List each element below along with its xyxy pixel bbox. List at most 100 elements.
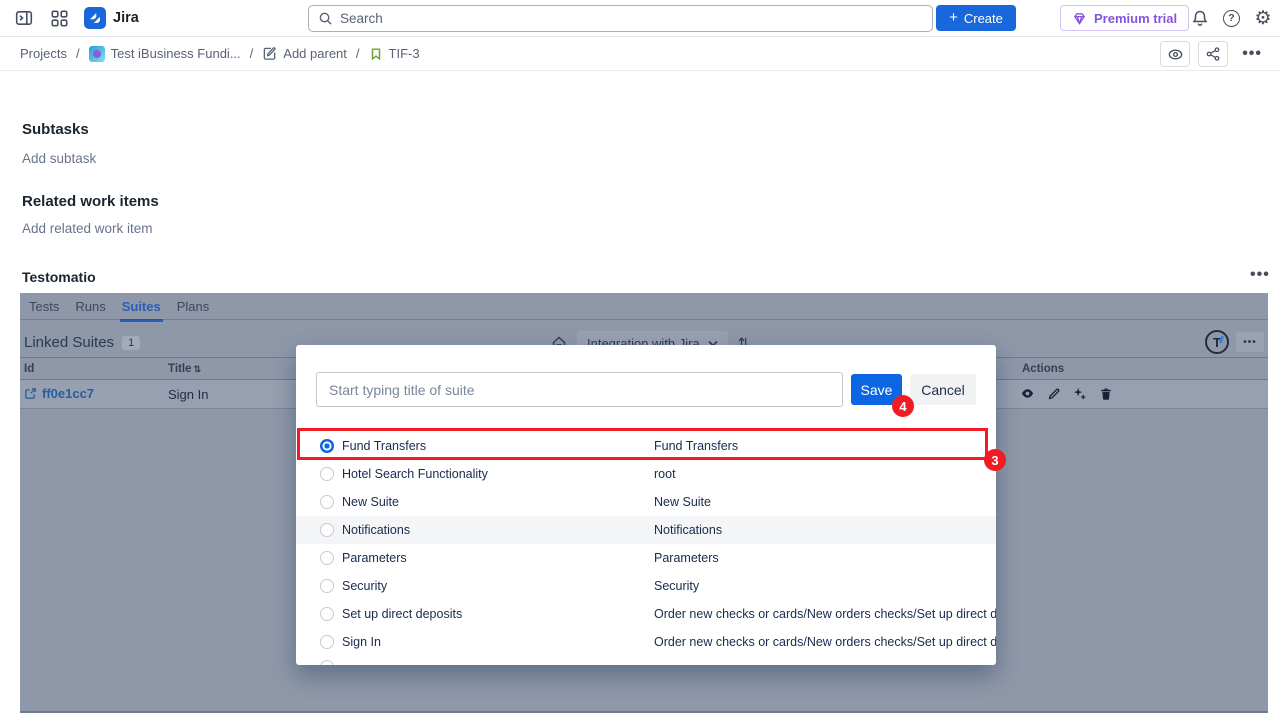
column-header-id[interactable]: Id: [24, 363, 34, 375]
suite-option-security[interactable]: Security Security: [296, 572, 996, 600]
add-related-item-link[interactable]: Add related work item: [22, 221, 153, 236]
suite-option-fund-transfers[interactable]: Fund Transfers Fund Transfers: [296, 432, 996, 460]
suite-path: Order new checks or cards/New orders che…: [654, 635, 996, 649]
suite-option-parameters[interactable]: Parameters Parameters: [296, 544, 996, 572]
edit-pencil-icon[interactable]: [1046, 386, 1061, 401]
breadcrumb-separator: /: [356, 46, 360, 61]
global-search[interactable]: [308, 5, 933, 32]
radio-icon[interactable]: [320, 551, 334, 565]
jira-issue-page: Jira + Create Premium trial ? ⚙: [0, 0, 1280, 720]
title-header-label: Title: [168, 363, 191, 375]
top-navigation-bar: Jira + Create Premium trial ? ⚙: [0, 0, 1280, 37]
create-label: Create: [964, 11, 1003, 26]
column-header-actions: Actions: [1022, 363, 1064, 375]
radio-icon[interactable]: [320, 607, 334, 621]
radio-icon-clipped: [320, 660, 334, 665]
jira-home-link[interactable]: Jira: [84, 7, 139, 29]
breadcrumb-projects[interactable]: Projects: [20, 46, 67, 61]
suite-picker-modal: Save Cancel Fund Transfers Fund Transfer…: [296, 345, 996, 665]
radio-icon[interactable]: [320, 579, 334, 593]
row-actions: [1020, 386, 1113, 401]
cancel-button[interactable]: Cancel: [910, 374, 976, 405]
suite-option-notifications[interactable]: Notifications Notifications: [296, 516, 996, 544]
suite-options-list: Fund Transfers Fund Transfers Hotel Sear…: [296, 432, 996, 656]
notifications-bell-icon[interactable]: [1190, 8, 1210, 28]
suite-name: Security: [342, 579, 387, 593]
linked-suites-count-badge: 1: [122, 336, 140, 350]
suite-title-cell: Sign In: [168, 387, 208, 402]
sidebar-toggle-icon[interactable]: [14, 8, 34, 28]
delete-trash-icon[interactable]: [1098, 386, 1113, 401]
radio-icon[interactable]: [320, 523, 334, 537]
add-parent-button[interactable]: Add parent: [262, 46, 347, 61]
gem-icon: [1072, 11, 1087, 26]
app-name: Jira: [113, 10, 139, 26]
breadcrumb-separator: /: [250, 46, 254, 61]
search-icon: [318, 11, 333, 26]
suite-path: root: [654, 467, 676, 481]
suite-option-sign-in[interactable]: Sign In Order new checks or cards/New or…: [296, 628, 996, 656]
suite-name: New Suite: [342, 495, 399, 509]
gear-glyph: ⚙: [1254, 9, 1271, 28]
testomatio-logo[interactable]: T: [1205, 330, 1229, 354]
suite-option-new-suite[interactable]: New Suite New Suite: [296, 488, 996, 516]
suite-name: Notifications: [342, 523, 410, 537]
tabs-divider: [20, 319, 1268, 320]
breadcrumb: Projects / Test iBusiness Fundi... / Add…: [20, 37, 420, 70]
watch-eye-icon: [1167, 46, 1184, 63]
suite-path: Fund Transfers: [654, 439, 738, 453]
linked-suites-label: Linked Suites: [24, 334, 114, 351]
create-button[interactable]: + Create: [936, 5, 1016, 31]
testomatio-more-actions[interactable]: •••: [1250, 266, 1270, 284]
external-link-icon: [24, 387, 37, 400]
radio-icon[interactable]: [320, 467, 334, 481]
ai-sparkles-icon[interactable]: [1072, 386, 1087, 401]
related-items-heading: Related work items: [22, 193, 159, 210]
premium-trial-label: Premium trial: [1094, 11, 1177, 26]
breadcrumb-issue-key[interactable]: TIF-3: [369, 46, 420, 61]
suite-path: Order new checks or cards/New orders che…: [654, 607, 996, 621]
watch-button[interactable]: [1160, 41, 1190, 67]
breadcrumb-project[interactable]: Test iBusiness Fundi...: [89, 46, 241, 62]
add-parent-label: Add parent: [283, 46, 347, 61]
suite-name: Hotel Search Functionality: [342, 467, 488, 481]
linked-suites-title: Linked Suites 1: [24, 334, 140, 351]
search-input[interactable]: [340, 11, 923, 26]
suite-id-link[interactable]: ff0e1cc7: [24, 386, 94, 401]
annotation-step-4: 4: [892, 395, 914, 417]
logo-accent: [1219, 336, 1224, 344]
suite-option-hotel-search[interactable]: Hotel Search Functionality root: [296, 460, 996, 488]
view-eye-icon[interactable]: [1020, 386, 1035, 401]
suite-id-text: ff0e1cc7: [42, 386, 94, 401]
sort-indicator-icon: ⇅: [193, 364, 201, 374]
issue-more-actions[interactable]: •••: [1236, 45, 1268, 63]
jira-logo-icon: [84, 7, 106, 29]
plus-icon: +: [949, 10, 958, 25]
suite-title-input[interactable]: [316, 372, 843, 407]
suite-option-direct-deposits[interactable]: Set up direct deposits Order new checks …: [296, 600, 996, 628]
suite-name: Sign In: [342, 635, 381, 649]
suite-name: Parameters: [342, 551, 407, 565]
app-switcher-icon[interactable]: [49, 8, 69, 28]
help-icon[interactable]: ?: [1223, 10, 1240, 27]
suite-name: Fund Transfers: [342, 439, 426, 453]
radio-icon[interactable]: [320, 495, 334, 509]
radio-selected-icon[interactable]: [320, 439, 334, 453]
premium-trial-button[interactable]: Premium trial: [1060, 5, 1189, 31]
annotation-step-3: 3: [984, 449, 1006, 471]
suite-path: Notifications: [654, 523, 722, 537]
radio-icon[interactable]: [320, 635, 334, 649]
suite-path: Security: [654, 579, 699, 593]
question-glyph: ?: [1228, 12, 1234, 24]
project-name: Test iBusiness Fundi...: [111, 46, 241, 61]
issue-key-label: TIF-3: [389, 46, 420, 61]
settings-gear-icon[interactable]: ⚙: [1253, 8, 1273, 28]
suite-path: Parameters: [654, 551, 719, 565]
column-header-title[interactable]: Title⇅: [168, 363, 201, 375]
add-subtask-link[interactable]: Add subtask: [22, 151, 96, 166]
suite-path: New Suite: [654, 495, 711, 509]
breadcrumb-bar: Projects / Test iBusiness Fundi... / Add…: [0, 37, 1280, 71]
share-button[interactable]: [1198, 41, 1228, 67]
ellipsis-glyph: •••: [1243, 337, 1257, 348]
panel-more-actions[interactable]: •••: [1236, 332, 1264, 352]
